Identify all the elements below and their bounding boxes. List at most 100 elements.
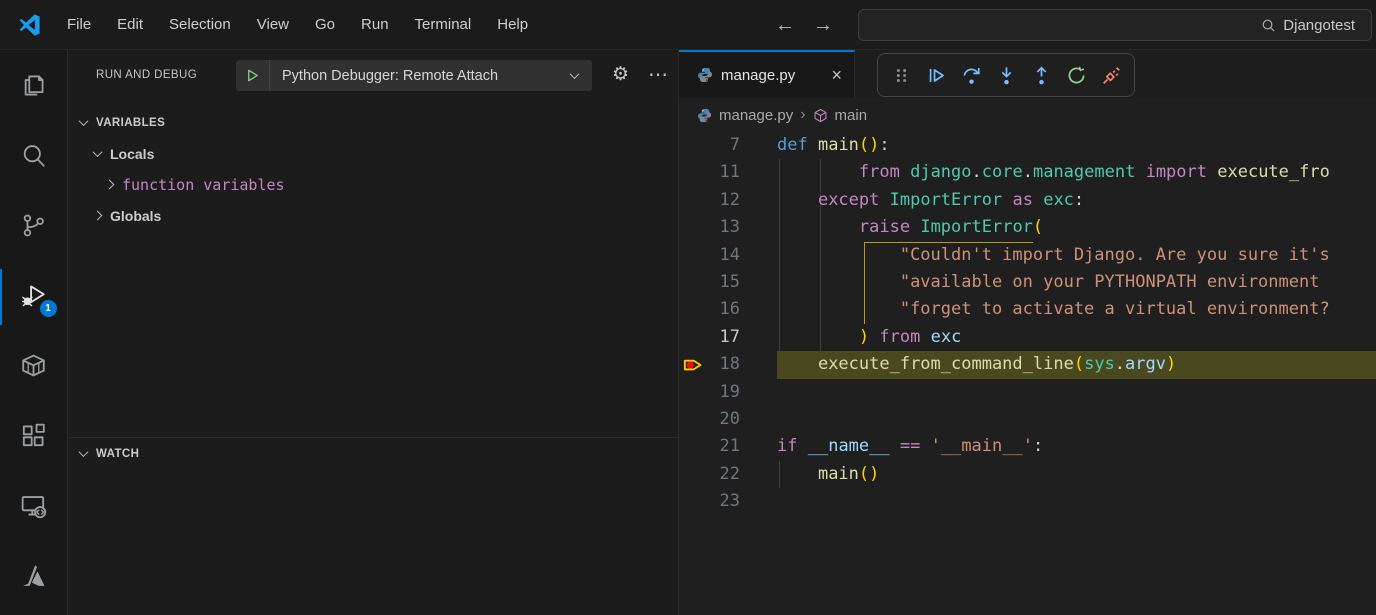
activity-item-search[interactable] (0, 120, 68, 190)
restart-button[interactable] (1063, 62, 1089, 88)
more-actions-icon[interactable]: ⋯ (648, 62, 669, 88)
breakpoint-current-frame-icon[interactable] (683, 355, 703, 375)
line-number: 17 (679, 324, 740, 351)
code-line-13[interactable]: 13 raise ImportError( (679, 214, 1376, 241)
chevron-down-icon (79, 447, 89, 457)
code-line-14[interactable]: 14 "Couldn't import Django. Are you sure… (679, 242, 1376, 269)
menu-item-selection[interactable]: Selection (156, 0, 244, 50)
breadcrumb-separator: › (800, 106, 805, 124)
line-number: 13 (679, 214, 740, 241)
code-line-11[interactable]: 11 from django.core.management import ex… (679, 159, 1376, 186)
gripper-icon[interactable] (888, 62, 914, 88)
variables-section-title: VARIABLES (96, 117, 165, 129)
code-line-21[interactable]: 21if __name__ == '__main__': (679, 433, 1376, 460)
tab-label: manage.py (721, 67, 795, 84)
search-icon (19, 141, 48, 170)
vscode-logo-icon (16, 12, 42, 38)
variables-item-globals[interactable]: Globals (68, 200, 678, 231)
explorer-icon (19, 71, 48, 100)
activity-item-remote-explorer[interactable] (0, 470, 68, 540)
chevron-down-icon (570, 69, 580, 79)
navigate-back-button[interactable]: ← (772, 0, 798, 50)
line-number: 11 (679, 159, 740, 186)
menu-item-file[interactable]: File (54, 0, 104, 50)
menu-item-view[interactable]: View (244, 0, 302, 50)
menu-bar: FileEditSelectionViewGoRunTerminalHelp (54, 0, 541, 50)
chevron-down-icon (79, 116, 89, 126)
variables-item-locals[interactable]: Locals (68, 138, 678, 169)
gear-icon[interactable]: ⚙ (612, 62, 629, 88)
activity-bar: 1 (0, 50, 68, 615)
menu-item-terminal[interactable]: Terminal (402, 0, 485, 50)
method-symbol-icon (813, 108, 828, 123)
python-icon (697, 108, 712, 123)
menu-item-run[interactable]: Run (348, 0, 402, 50)
code-line-20[interactable]: 20 (679, 406, 1376, 433)
remote-explorer-icon (19, 491, 48, 520)
variables-section-header[interactable]: VARIABLES (68, 107, 678, 138)
step-out-button[interactable] (1028, 62, 1054, 88)
code-text: ) from exc (777, 324, 1376, 351)
step-over-button[interactable] (958, 62, 984, 88)
debug-session-badge: 1 (40, 300, 57, 317)
sidebar-title: RUN AND DEBUG (96, 69, 197, 81)
extensions-icon (19, 421, 48, 450)
code-line-18[interactable]: 18 execute_from_command_line(sys.argv) (679, 351, 1376, 378)
breadcrumb: manage.py › main (679, 98, 1376, 132)
tab-bar: manage.py × (679, 50, 1376, 98)
containers-icon (19, 351, 48, 380)
line-number: 16 (679, 296, 740, 323)
variables-tree: Locals function variablesGlobals (68, 138, 678, 231)
run-and-debug-sidebar: RUN AND DEBUG Python Debugger: Remote At… (68, 50, 679, 615)
code-line-17[interactable]: 17 ) from exc (679, 324, 1376, 351)
variables-item-function-variables[interactable]: function variables (68, 169, 678, 200)
debug-configuration-label: Python Debugger: Remote Attach (270, 68, 506, 84)
code-text: execute_from_command_line(sys.argv) (777, 351, 1376, 378)
menu-item-edit[interactable]: Edit (104, 0, 156, 50)
activity-item-containers[interactable] (0, 330, 68, 400)
activity-item-source-control[interactable] (0, 190, 68, 260)
watch-section-title: WATCH (96, 448, 139, 460)
line-number: 14 (679, 242, 740, 269)
activity-item-azure[interactable] (0, 540, 68, 610)
breadcrumb-file[interactable]: manage.py (719, 107, 793, 124)
close-tab-icon[interactable]: × (831, 67, 842, 83)
activity-item-run-and-debug[interactable]: 1 (0, 260, 68, 330)
debug-start-icon[interactable] (236, 60, 270, 91)
disconnect-button[interactable] (1098, 62, 1124, 88)
breadcrumb-symbol[interactable]: main (835, 107, 868, 124)
continue-button[interactable] (923, 62, 949, 88)
search-icon (1261, 18, 1276, 33)
command-center-search[interactable]: Djangotest (858, 9, 1372, 41)
debug-configuration-dropdown[interactable]: Python Debugger: Remote Attach (236, 60, 592, 91)
navigate-forward-button[interactable]: → (810, 0, 836, 50)
code-line-15[interactable]: 15 "available on your PYTHONPATH environ… (679, 269, 1376, 296)
menu-item-go[interactable]: Go (302, 0, 348, 50)
tab-manage-py[interactable]: manage.py × (679, 50, 855, 98)
code-line-7[interactable]: 7def main(): (679, 132, 1376, 159)
code-line-16[interactable]: 16 "forget to activate a virtual environ… (679, 296, 1376, 323)
line-number: 12 (679, 187, 740, 214)
debug-toolbar (877, 53, 1135, 97)
title-bar: FileEditSelectionViewGoRunTerminalHelp ←… (0, 0, 1376, 50)
code-text: from django.core.management import execu… (777, 159, 1376, 186)
line-number: 15 (679, 269, 740, 296)
watch-section-header[interactable]: WATCH (68, 438, 678, 469)
step-into-button[interactable] (993, 62, 1019, 88)
activity-item-extensions[interactable] (0, 400, 68, 470)
activity-item-explorer[interactable] (0, 50, 68, 120)
code-text (777, 379, 1376, 406)
tree-item-label: Locals (110, 146, 154, 162)
code-line-12[interactable]: 12 except ImportError as exc: (679, 187, 1376, 214)
code-area: 7def main(): 11 from django.core.managem… (679, 132, 1376, 515)
menu-item-help[interactable]: Help (484, 0, 541, 50)
code-text: except ImportError as exc: (777, 187, 1376, 214)
editor-group: manage.py × manage.py › main 7def main()… (679, 50, 1376, 615)
code-line-23[interactable]: 23 (679, 488, 1376, 515)
python-icon (697, 67, 713, 83)
line-number: 22 (679, 461, 740, 488)
command-center-text: Djangotest (1283, 17, 1355, 34)
code-line-19[interactable]: 19 (679, 379, 1376, 406)
code-text: "forget to activate a virtual environmen… (777, 296, 1376, 323)
code-line-22[interactable]: 22 main() (679, 461, 1376, 488)
